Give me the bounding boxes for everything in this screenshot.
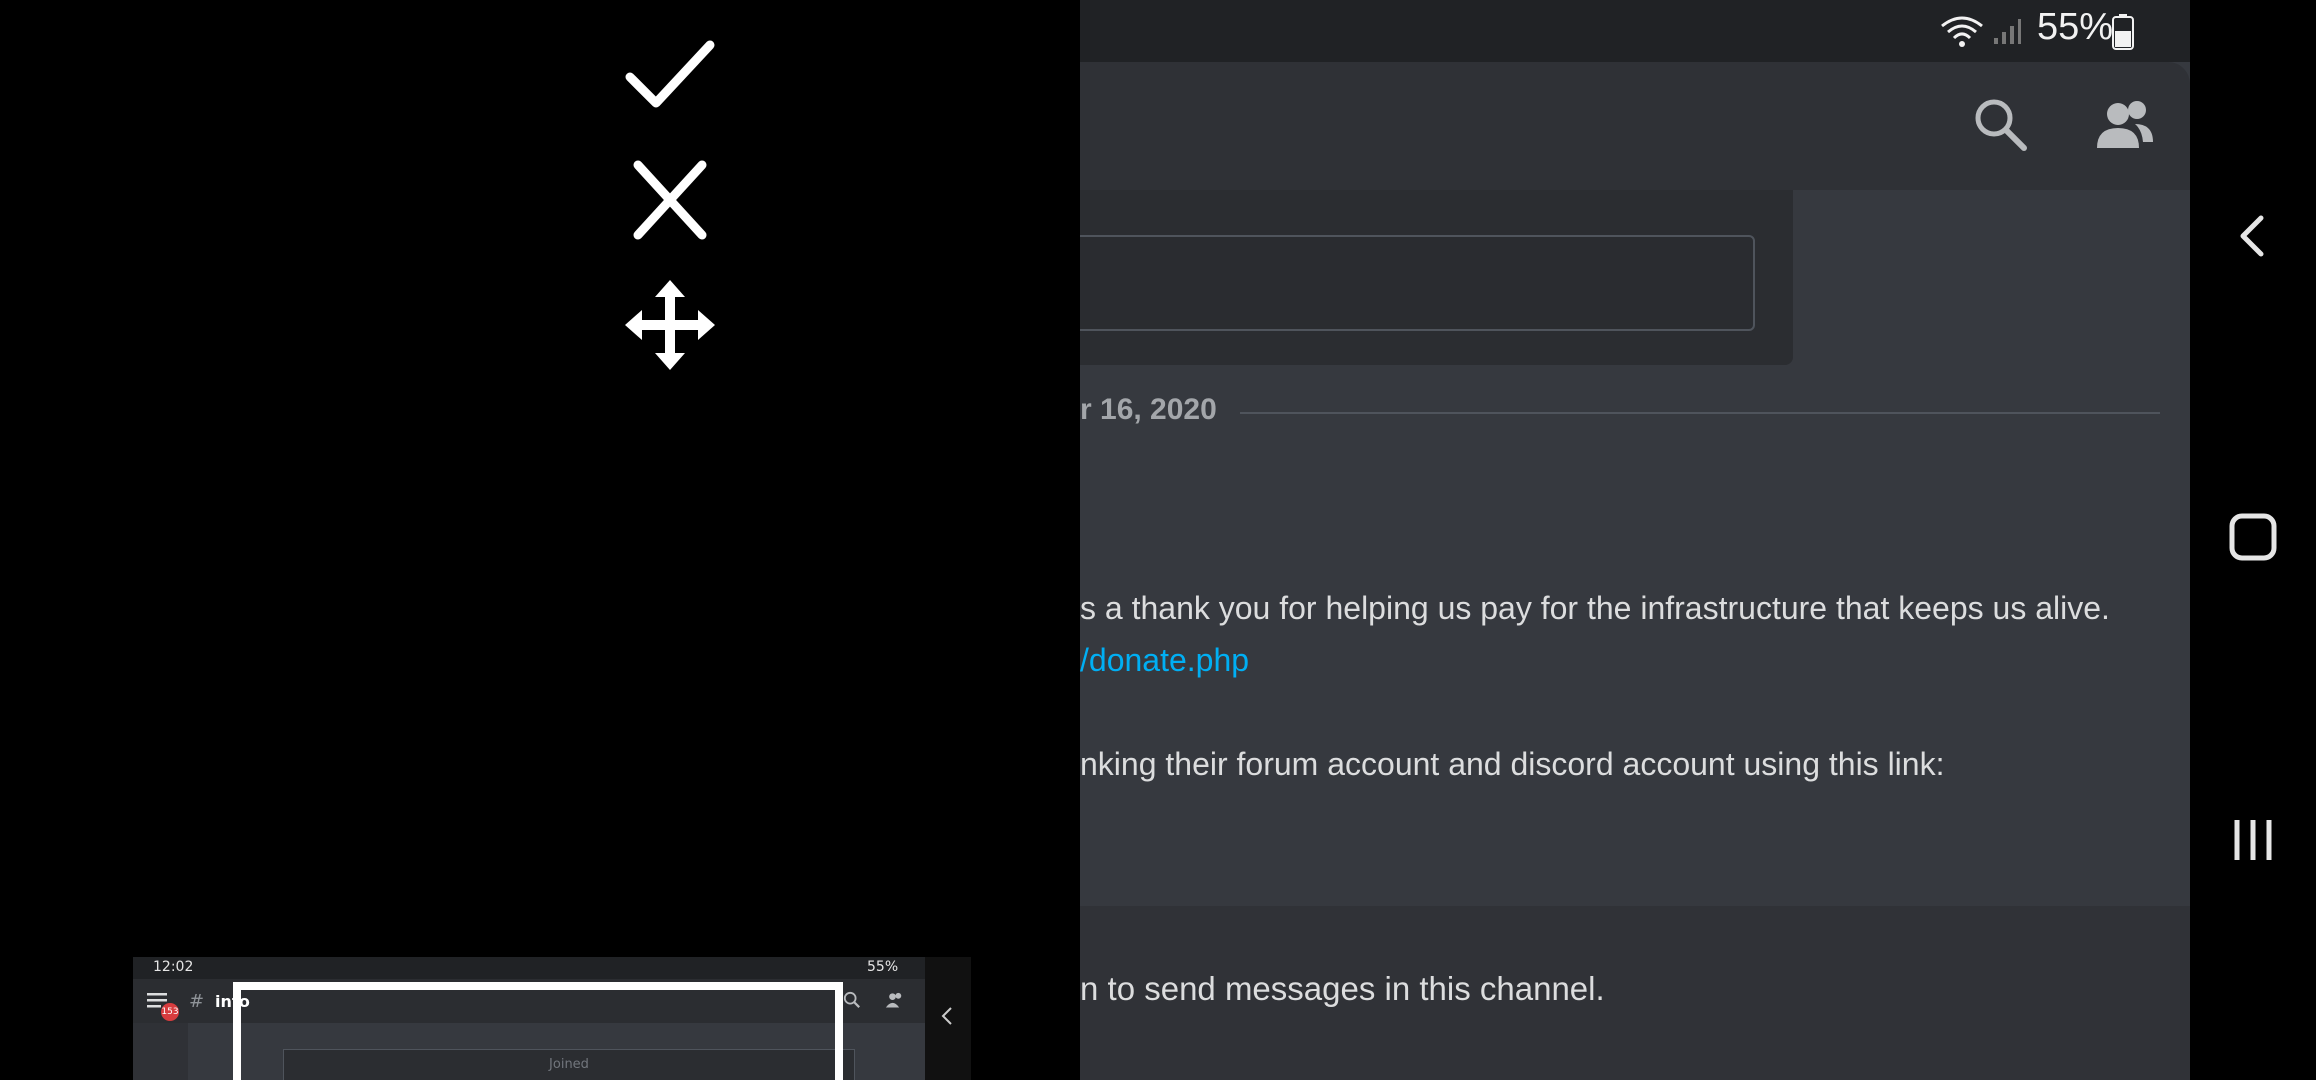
home-icon[interactable] xyxy=(2223,507,2283,567)
recents-icon[interactable] xyxy=(2223,810,2283,870)
wifi-icon xyxy=(1941,16,1983,47)
mini-status-bar: 12:02 55% xyxy=(133,957,925,979)
message-text: nking their forum account and discord ac… xyxy=(1080,746,1945,782)
mini-notification-badge: 153 xyxy=(161,1003,179,1021)
mini-search-icon xyxy=(843,991,860,1008)
battery-icon xyxy=(2112,14,2134,50)
move-arrows-icon[interactable] xyxy=(620,275,720,375)
donate-link[interactable]: /donate.php xyxy=(1080,642,1249,679)
screenshot-thumbnail[interactable]: 12:02 55% 153 # info Joined xyxy=(133,957,971,1080)
signal-icon xyxy=(1994,19,2021,44)
embed-card xyxy=(1080,190,1793,365)
date-divider: r 16, 2020 xyxy=(1080,393,1217,426)
embed-field xyxy=(1080,235,1755,331)
date-divider-line xyxy=(1240,412,2160,414)
message-text: s a thank you for helping us pay for the… xyxy=(1080,590,2110,626)
mini-hash-icon: # xyxy=(189,991,205,1012)
mini-members-icon xyxy=(885,992,902,1008)
members-icon[interactable] xyxy=(2095,96,2155,156)
mini-battery: 55% xyxy=(867,959,899,975)
mini-nav-bar xyxy=(925,957,971,1080)
check-icon[interactable] xyxy=(620,25,720,125)
mini-back-icon xyxy=(941,1007,952,1025)
system-nav-bar xyxy=(2190,0,2316,1080)
search-icon[interactable] xyxy=(1970,94,2030,154)
crop-panel xyxy=(0,0,1080,1080)
no-permission-notice: n to send messages in this channel. xyxy=(1080,970,1605,1007)
back-icon[interactable] xyxy=(2223,206,2283,266)
discord-app: 55% r 16, 2020 s a thank you for helping… xyxy=(1080,0,2190,1080)
mini-time: 12:02 xyxy=(153,959,194,975)
battery-percent: 55% xyxy=(2037,6,2114,48)
crop-frame[interactable] xyxy=(233,982,843,1080)
close-icon[interactable] xyxy=(620,150,720,250)
channel-topbar xyxy=(1080,62,2190,190)
status-bar: 55% xyxy=(1080,0,2190,62)
